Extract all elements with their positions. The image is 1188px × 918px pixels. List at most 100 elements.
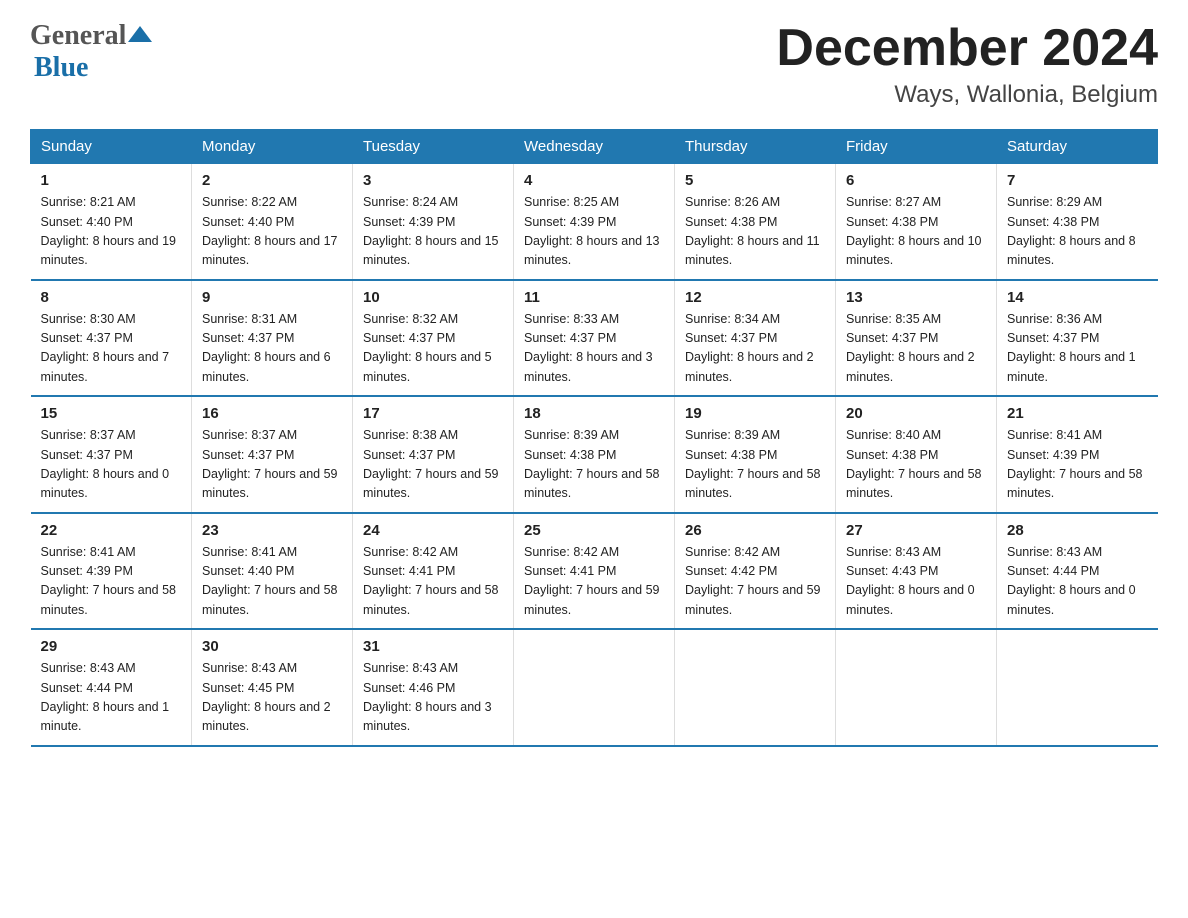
calendar-day-cell: 14 Sunrise: 8:36 AMSunset: 4:37 PMDaylig… — [997, 280, 1158, 397]
day-number: 17 — [363, 405, 503, 422]
calendar-week-row: 15 Sunrise: 8:37 AMSunset: 4:37 PMDaylig… — [31, 396, 1158, 513]
calendar-day-cell: 1 Sunrise: 8:21 AMSunset: 4:40 PMDayligh… — [31, 164, 192, 280]
day-info: Sunrise: 8:36 AMSunset: 4:37 PMDaylight:… — [1007, 310, 1148, 388]
calendar-day-cell: 18 Sunrise: 8:39 AMSunset: 4:38 PMDaylig… — [514, 396, 675, 513]
calendar-day-cell: 23 Sunrise: 8:41 AMSunset: 4:40 PMDaylig… — [192, 513, 353, 630]
calendar-week-row: 8 Sunrise: 8:30 AMSunset: 4:37 PMDayligh… — [31, 280, 1158, 397]
day-number: 22 — [41, 522, 182, 539]
calendar-day-header: Saturday — [997, 130, 1158, 164]
day-info: Sunrise: 8:37 AMSunset: 4:37 PMDaylight:… — [202, 426, 342, 504]
day-info: Sunrise: 8:31 AMSunset: 4:37 PMDaylight:… — [202, 310, 342, 388]
calendar-day-cell: 8 Sunrise: 8:30 AMSunset: 4:37 PMDayligh… — [31, 280, 192, 397]
day-number: 25 — [524, 522, 664, 539]
calendar-day-header: Thursday — [675, 130, 836, 164]
day-number: 30 — [202, 638, 342, 655]
day-number: 27 — [846, 522, 986, 539]
calendar-header-row: SundayMondayTuesdayWednesdayThursdayFrid… — [31, 130, 1158, 164]
day-number: 11 — [524, 289, 664, 306]
calendar-day-cell: 21 Sunrise: 8:41 AMSunset: 4:39 PMDaylig… — [997, 396, 1158, 513]
day-info: Sunrise: 8:38 AMSunset: 4:37 PMDaylight:… — [363, 426, 503, 504]
day-info: Sunrise: 8:26 AMSunset: 4:38 PMDaylight:… — [685, 193, 825, 271]
logo-blue-text: Blue — [34, 52, 88, 83]
day-info: Sunrise: 8:43 AMSunset: 4:45 PMDaylight:… — [202, 659, 342, 737]
day-info: Sunrise: 8:25 AMSunset: 4:39 PMDaylight:… — [524, 193, 664, 271]
day-number: 9 — [202, 289, 342, 306]
calendar-day-cell — [675, 629, 836, 746]
calendar-day-cell: 5 Sunrise: 8:26 AMSunset: 4:38 PMDayligh… — [675, 164, 836, 280]
day-info: Sunrise: 8:42 AMSunset: 4:41 PMDaylight:… — [363, 543, 503, 621]
day-info: Sunrise: 8:21 AMSunset: 4:40 PMDaylight:… — [41, 193, 182, 271]
calendar-day-header: Monday — [192, 130, 353, 164]
calendar-day-cell: 22 Sunrise: 8:41 AMSunset: 4:39 PMDaylig… — [31, 513, 192, 630]
logo: General Blue — [30, 20, 154, 84]
day-info: Sunrise: 8:22 AMSunset: 4:40 PMDaylight:… — [202, 193, 342, 271]
day-info: Sunrise: 8:27 AMSunset: 4:38 PMDaylight:… — [846, 193, 986, 271]
day-number: 6 — [846, 172, 986, 189]
month-title: December 2024 — [776, 20, 1158, 77]
calendar-day-header: Sunday — [31, 130, 192, 164]
calendar-day-cell: 17 Sunrise: 8:38 AMSunset: 4:37 PMDaylig… — [353, 396, 514, 513]
day-info: Sunrise: 8:34 AMSunset: 4:37 PMDaylight:… — [685, 310, 825, 388]
logo-general-text: General — [30, 20, 126, 52]
day-number: 18 — [524, 405, 664, 422]
calendar-day-cell: 12 Sunrise: 8:34 AMSunset: 4:37 PMDaylig… — [675, 280, 836, 397]
day-info: Sunrise: 8:37 AMSunset: 4:37 PMDaylight:… — [41, 426, 182, 504]
calendar-week-row: 29 Sunrise: 8:43 AMSunset: 4:44 PMDaylig… — [31, 629, 1158, 746]
calendar-day-cell: 26 Sunrise: 8:42 AMSunset: 4:42 PMDaylig… — [675, 513, 836, 630]
calendar-day-cell: 9 Sunrise: 8:31 AMSunset: 4:37 PMDayligh… — [192, 280, 353, 397]
calendar-day-cell: 16 Sunrise: 8:37 AMSunset: 4:37 PMDaylig… — [192, 396, 353, 513]
calendar-day-header: Tuesday — [353, 130, 514, 164]
day-info: Sunrise: 8:39 AMSunset: 4:38 PMDaylight:… — [685, 426, 825, 504]
day-number: 28 — [1007, 522, 1148, 539]
calendar-day-cell: 31 Sunrise: 8:43 AMSunset: 4:46 PMDaylig… — [353, 629, 514, 746]
calendar-day-cell — [836, 629, 997, 746]
calendar-day-cell: 6 Sunrise: 8:27 AMSunset: 4:38 PMDayligh… — [836, 164, 997, 280]
calendar-day-cell: 13 Sunrise: 8:35 AMSunset: 4:37 PMDaylig… — [836, 280, 997, 397]
calendar-day-cell: 28 Sunrise: 8:43 AMSunset: 4:44 PMDaylig… — [997, 513, 1158, 630]
day-number: 7 — [1007, 172, 1148, 189]
calendar-week-row: 1 Sunrise: 8:21 AMSunset: 4:40 PMDayligh… — [31, 164, 1158, 280]
day-info: Sunrise: 8:41 AMSunset: 4:39 PMDaylight:… — [1007, 426, 1148, 504]
day-info: Sunrise: 8:33 AMSunset: 4:37 PMDaylight:… — [524, 310, 664, 388]
day-info: Sunrise: 8:42 AMSunset: 4:41 PMDaylight:… — [524, 543, 664, 621]
calendar-day-cell: 27 Sunrise: 8:43 AMSunset: 4:43 PMDaylig… — [836, 513, 997, 630]
day-info: Sunrise: 8:43 AMSunset: 4:44 PMDaylight:… — [1007, 543, 1148, 621]
calendar-day-cell — [997, 629, 1158, 746]
calendar-day-cell: 20 Sunrise: 8:40 AMSunset: 4:38 PMDaylig… — [836, 396, 997, 513]
day-number: 23 — [202, 522, 342, 539]
day-number: 1 — [41, 172, 182, 189]
location-title: Ways, Wallonia, Belgium — [776, 81, 1158, 109]
day-number: 8 — [41, 289, 182, 306]
calendar-day-cell: 25 Sunrise: 8:42 AMSunset: 4:41 PMDaylig… — [514, 513, 675, 630]
day-number: 15 — [41, 405, 182, 422]
day-info: Sunrise: 8:41 AMSunset: 4:40 PMDaylight:… — [202, 543, 342, 621]
title-block: December 2024 Ways, Wallonia, Belgium — [776, 20, 1158, 109]
day-info: Sunrise: 8:43 AMSunset: 4:43 PMDaylight:… — [846, 543, 986, 621]
day-info: Sunrise: 8:40 AMSunset: 4:38 PMDaylight:… — [846, 426, 986, 504]
calendar-day-cell: 2 Sunrise: 8:22 AMSunset: 4:40 PMDayligh… — [192, 164, 353, 280]
day-info: Sunrise: 8:39 AMSunset: 4:38 PMDaylight:… — [524, 426, 664, 504]
day-number: 13 — [846, 289, 986, 306]
calendar-day-cell: 19 Sunrise: 8:39 AMSunset: 4:38 PMDaylig… — [675, 396, 836, 513]
calendar-day-cell: 10 Sunrise: 8:32 AMSunset: 4:37 PMDaylig… — [353, 280, 514, 397]
day-number: 24 — [363, 522, 503, 539]
day-info: Sunrise: 8:43 AMSunset: 4:44 PMDaylight:… — [41, 659, 182, 737]
day-number: 5 — [685, 172, 825, 189]
calendar-day-cell: 11 Sunrise: 8:33 AMSunset: 4:37 PMDaylig… — [514, 280, 675, 397]
calendar-day-cell — [514, 629, 675, 746]
day-number: 29 — [41, 638, 182, 655]
calendar-day-cell: 24 Sunrise: 8:42 AMSunset: 4:41 PMDaylig… — [353, 513, 514, 630]
day-info: Sunrise: 8:43 AMSunset: 4:46 PMDaylight:… — [363, 659, 503, 737]
calendar-day-header: Friday — [836, 130, 997, 164]
day-number: 16 — [202, 405, 342, 422]
calendar-day-cell: 7 Sunrise: 8:29 AMSunset: 4:38 PMDayligh… — [997, 164, 1158, 280]
day-number: 4 — [524, 172, 664, 189]
logo-arrow-icon — [126, 22, 154, 50]
day-number: 2 — [202, 172, 342, 189]
day-number: 12 — [685, 289, 825, 306]
day-info: Sunrise: 8:32 AMSunset: 4:37 PMDaylight:… — [363, 310, 503, 388]
day-number: 31 — [363, 638, 503, 655]
day-info: Sunrise: 8:35 AMSunset: 4:37 PMDaylight:… — [846, 310, 986, 388]
calendar-day-cell: 3 Sunrise: 8:24 AMSunset: 4:39 PMDayligh… — [353, 164, 514, 280]
day-number: 26 — [685, 522, 825, 539]
